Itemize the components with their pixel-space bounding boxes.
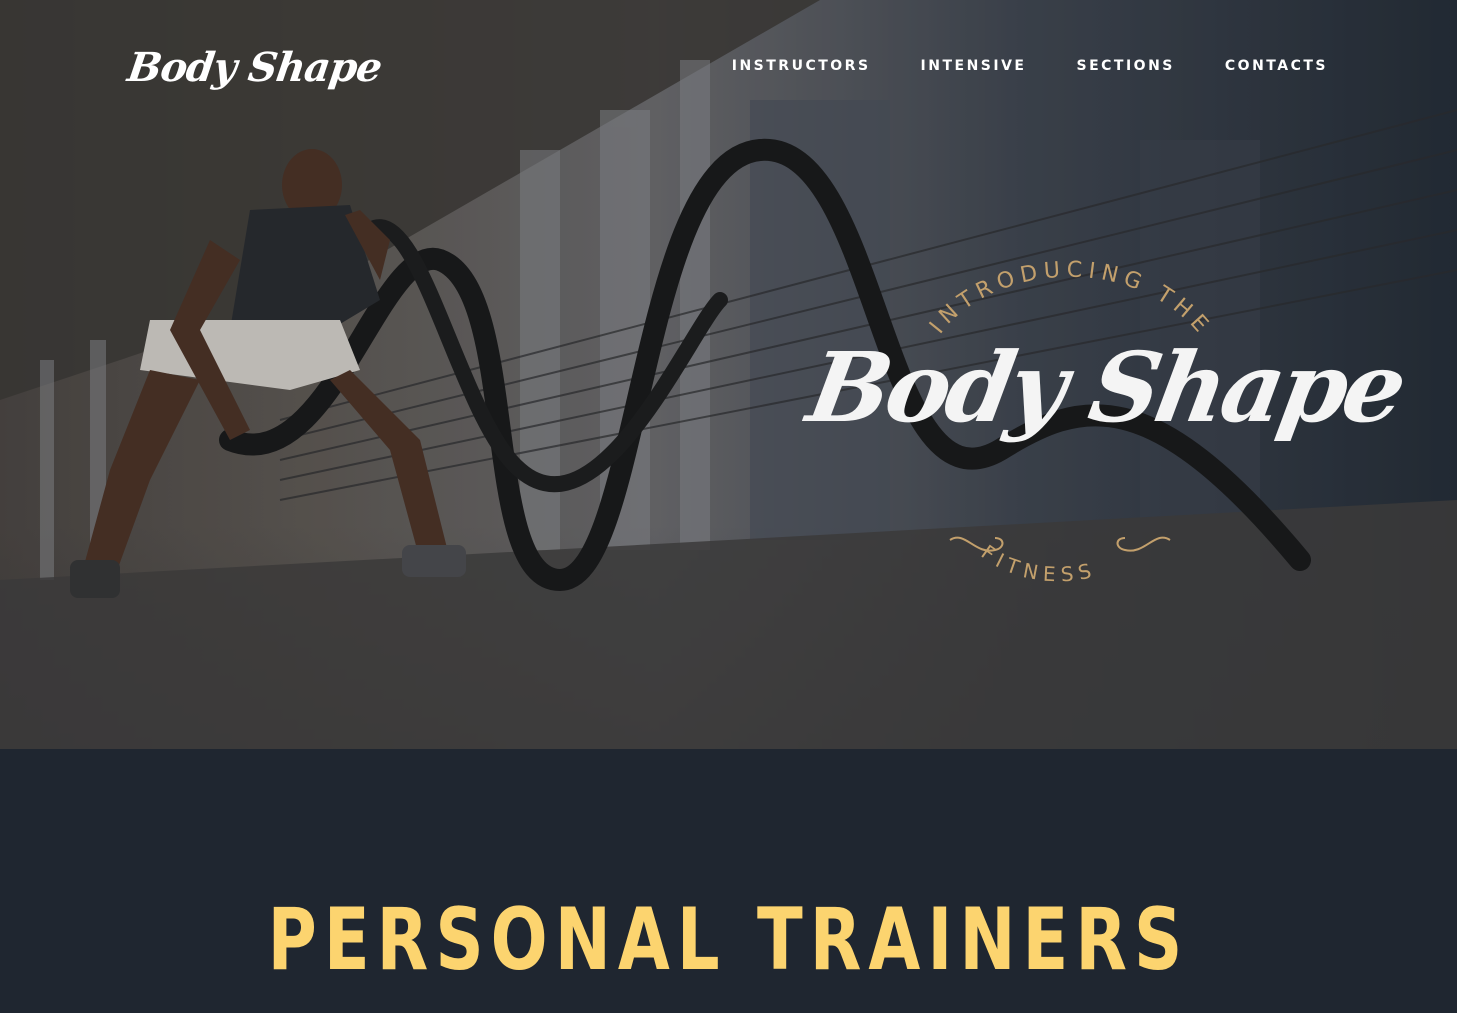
- badge-flourish-icon: [949, 536, 1171, 552]
- nav-sections[interactable]: SECTIONS: [1077, 58, 1175, 74]
- badge-top-text: INTRODUCING THE: [925, 257, 1217, 341]
- nav-contacts[interactable]: CONTACTS: [1225, 58, 1328, 74]
- main-nav: INSTRUCTORS INTENSIVE SECTIONS CONTACTS: [732, 58, 1328, 74]
- badge-script-logo: Body Shape: [800, 331, 1412, 444]
- brand-logo[interactable]: Body Shape: [122, 28, 385, 108]
- nav-instructors[interactable]: INSTRUCTORS: [732, 58, 871, 74]
- trainers-section: PERSONAL TRAINERS: [0, 749, 1457, 1013]
- badge-bottom-text: FITNESS: [977, 540, 1100, 587]
- hero-banner: Body Shape INSTRUCTORS INTENSIVE SECTION…: [0, 0, 1457, 749]
- nav-intensive[interactable]: INTENSIVE: [921, 58, 1027, 74]
- section-heading: PERSONAL TRAINERS: [267, 890, 1190, 990]
